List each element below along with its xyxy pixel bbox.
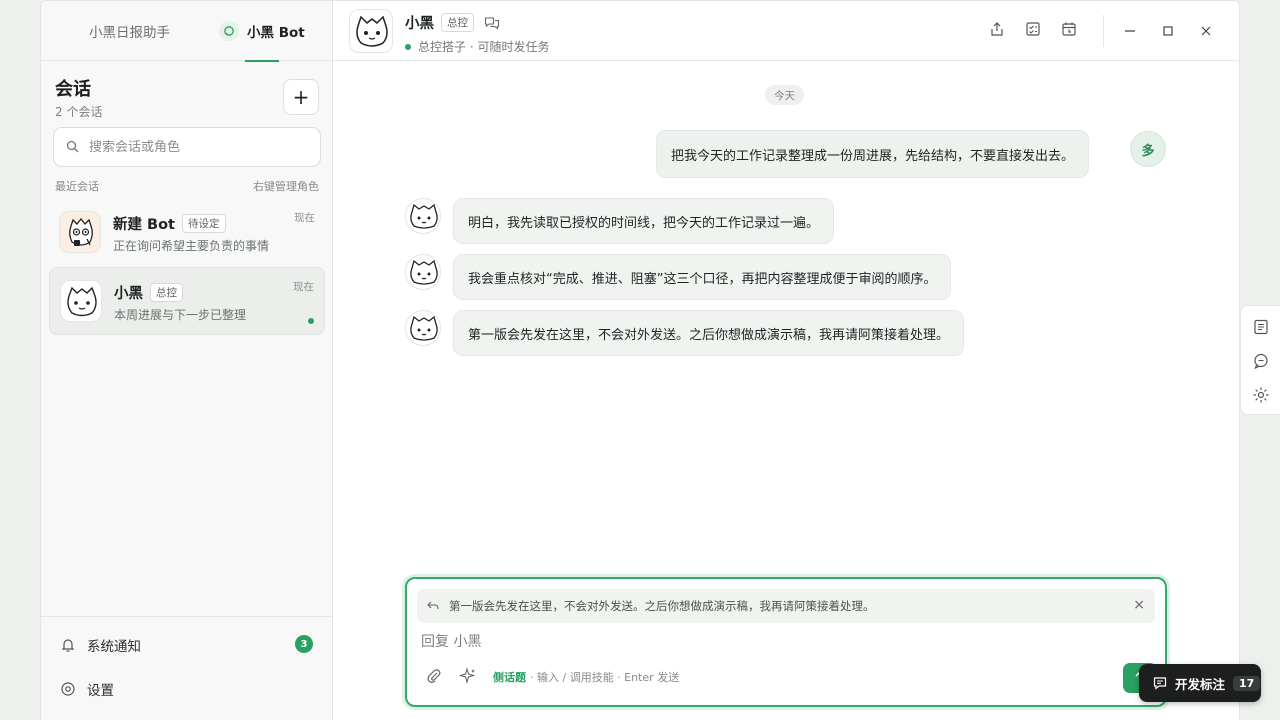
online-status-dot bbox=[405, 43, 411, 50]
document-icon bbox=[1252, 318, 1270, 336]
recent-row: 最近会话 右键管理角色 bbox=[55, 178, 319, 194]
minimize-button[interactable] bbox=[1119, 20, 1141, 42]
bot-avatar bbox=[405, 254, 441, 290]
bot-avatar bbox=[60, 280, 102, 322]
sparkle-icon[interactable] bbox=[459, 667, 479, 687]
conversation-time: 现在 bbox=[293, 281, 314, 293]
message-composer: 第一版会先发在这里，不会对外发送。之后你想做成演示稿，我再请阿策接着处理。 × … bbox=[405, 577, 1167, 707]
close-button[interactable] bbox=[1195, 20, 1217, 42]
maximize-icon bbox=[1162, 22, 1174, 41]
dev-badge-label: 开发标注 bbox=[1175, 676, 1226, 692]
chat-subtitle: 总控搭子 · 可随时发任务 bbox=[405, 38, 549, 55]
tab-label: 小黑日报助手 bbox=[89, 25, 170, 41]
chat-bubble-icon bbox=[1252, 352, 1270, 370]
conversation-time: 现在 bbox=[294, 212, 315, 224]
conversation-item-new-bot[interactable]: 新建 Bot 待设定 正在询问希望主要负责的事情 现在 bbox=[49, 199, 325, 267]
right-rail bbox=[1240, 305, 1280, 415]
active-tab-indicator bbox=[245, 60, 279, 62]
chat-main: 小黑 总控 总控搭子 · 可随时发任务 今天 把我今天的工作记录整理成一份周进展… bbox=[333, 1, 1239, 720]
bell-icon bbox=[59, 636, 77, 654]
reply-quote-text: 第一版会先发在这里，不会对外发送。之后你想做成演示稿，我再请阿策接着处理。 bbox=[449, 599, 875, 613]
conversation-name-text: 小黑 bbox=[114, 286, 143, 302]
role-tag: 待设定 bbox=[182, 214, 226, 233]
comments-button[interactable] bbox=[1252, 352, 1270, 370]
new-session-button[interactable]: + bbox=[283, 79, 319, 115]
bot-message-bubble[interactable]: 明白，我先读取已授权的时间线，把今天的工作记录过一遍。 bbox=[453, 198, 835, 244]
share-icon bbox=[989, 21, 1005, 41]
conversation-icon[interactable] bbox=[484, 16, 500, 30]
chat-header: 小黑 总控 总控搭子 · 可随时发任务 bbox=[333, 1, 1239, 61]
message-input[interactable] bbox=[421, 631, 1121, 653]
composer-toolbar: 侧话题 · 输入 / 调用技能 · Enter 发送 bbox=[425, 667, 679, 687]
annotation-icon bbox=[1153, 676, 1167, 690]
composer-hint: · 输入 / 调用技能 · Enter 发送 bbox=[530, 671, 680, 684]
chat-title: 小黑 总控 bbox=[405, 12, 500, 33]
settings-label: 设置 bbox=[87, 683, 114, 699]
recent-label: 最近会话 bbox=[55, 180, 99, 193]
role-tag: 总控 bbox=[441, 13, 474, 32]
sidebar-tabs: 小黑日报助手 小黑 Bot bbox=[41, 1, 332, 62]
calendar-icon bbox=[1061, 21, 1077, 41]
rail-settings-button[interactable] bbox=[1252, 386, 1270, 404]
sidebar: 小黑日报助手 小黑 Bot 会话 2 个会话 + 最近会话 右键管理角色 bbox=[41, 1, 333, 720]
checklist-icon bbox=[1025, 21, 1041, 41]
sidebar-footer: 系统通知 3 设置 bbox=[41, 616, 333, 699]
dev-badge-count: 17 bbox=[1233, 675, 1261, 691]
chat-bubble-icon bbox=[219, 21, 239, 41]
conversation-name: 新建 Bot 待设定 bbox=[113, 213, 226, 234]
sessions-title: 会话 bbox=[55, 79, 91, 100]
manage-hint: 右键管理角色 bbox=[253, 180, 319, 193]
search-box bbox=[53, 127, 321, 167]
side-topic-hint[interactable]: 侧话题 bbox=[493, 669, 526, 685]
reply-arrow-icon bbox=[427, 601, 439, 611]
share-button[interactable] bbox=[986, 20, 1008, 42]
gear-icon bbox=[1252, 386, 1270, 404]
bot-avatar bbox=[405, 310, 441, 346]
maximize-button[interactable] bbox=[1157, 20, 1179, 42]
close-icon bbox=[1200, 22, 1212, 41]
system-notifications-button[interactable]: 系统通知 bbox=[59, 635, 141, 655]
conversation-name: 小黑 总控 bbox=[114, 282, 183, 303]
conversation-preview: 本周进展与下一步已整理 bbox=[114, 308, 247, 322]
app-window: 小黑日报助手 小黑 Bot 会话 2 个会话 + 最近会话 右键管理角色 bbox=[40, 0, 1240, 720]
close-reply-icon[interactable]: × bbox=[1133, 598, 1145, 612]
minimize-icon bbox=[1124, 22, 1136, 41]
tab-label: 小黑 Bot bbox=[247, 25, 305, 41]
bot-avatar[interactable] bbox=[349, 9, 393, 53]
online-status-dot bbox=[308, 318, 314, 324]
attachment-icon[interactable] bbox=[425, 667, 445, 687]
search-input[interactable] bbox=[89, 139, 309, 155]
conversation-item-xiaohei[interactable]: 小黑 总控 本周进展与下一步已整理 现在 bbox=[49, 267, 325, 335]
outline-button[interactable] bbox=[1252, 318, 1270, 336]
search-icon bbox=[66, 138, 79, 157]
bot-message-bubble[interactable]: 第一版会先发在这里，不会对外发送。之后你想做成演示稿，我再请阿策接着处理。 bbox=[453, 310, 965, 356]
bot-avatar bbox=[59, 211, 101, 253]
header-divider bbox=[1103, 15, 1104, 47]
tab-daily-assistant[interactable]: 小黑日报助手 bbox=[89, 1, 170, 61]
notifications-label: 系统通知 bbox=[87, 639, 141, 655]
notification-count-badge: 3 bbox=[295, 635, 313, 653]
conversation-preview: 正在询问希望主要负责的事情 bbox=[113, 239, 270, 253]
message-list: 今天 把我今天的工作记录整理成一份周进展，先给结构，不要直接发出去。 多 明白，… bbox=[333, 61, 1239, 571]
conversation-name-text: 新建 Bot bbox=[113, 217, 175, 233]
user-avatar[interactable]: 多 bbox=[1130, 131, 1166, 167]
chat-title-text: 小黑 bbox=[405, 16, 434, 32]
reply-quote-bar: 第一版会先发在这里，不会对外发送。之后你想做成演示稿，我再请阿策接着处理。 × bbox=[417, 589, 1155, 623]
sessions-count: 2 个会话 bbox=[55, 105, 103, 119]
dev-annotation-badge[interactable]: 开发标注 17 bbox=[1139, 664, 1261, 702]
bot-message-bubble[interactable]: 我会重点核对“完成、推进、阻塞”这三个口径，再把内容整理成便于审阅的顺序。 bbox=[453, 254, 952, 300]
checklist-button[interactable] bbox=[1022, 20, 1044, 42]
bot-avatar bbox=[405, 198, 441, 234]
settings-button[interactable]: 设置 bbox=[59, 679, 114, 699]
gear-icon bbox=[59, 680, 77, 698]
day-separator: 今天 bbox=[765, 85, 804, 105]
sessions-header: 会话 2 个会话 bbox=[55, 75, 102, 120]
tab-bot[interactable]: 小黑 Bot bbox=[219, 1, 305, 62]
schedule-button[interactable] bbox=[1058, 20, 1080, 42]
user-message-bubble[interactable]: 把我今天的工作记录整理成一份周进展，先给结构，不要直接发出去。 bbox=[656, 130, 1090, 178]
subtitle-text: 总控搭子 · 可随时发任务 bbox=[418, 40, 550, 54]
role-tag: 总控 bbox=[150, 283, 183, 302]
